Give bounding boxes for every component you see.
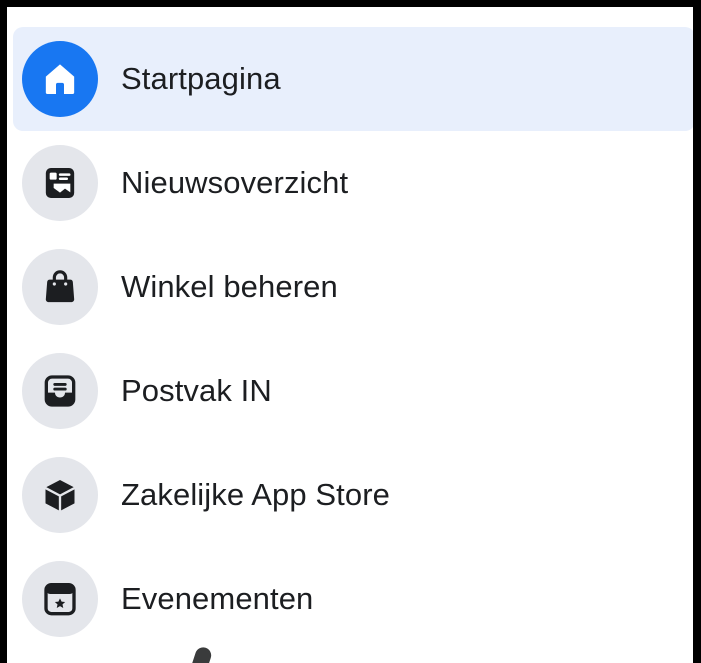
sidebar-item-startpagina[interactable]: Startpagina — [13, 27, 693, 131]
sidebar-item-winkel-beheren[interactable]: Winkel beheren — [13, 235, 693, 339]
sidebar-item-label: Zakelijke App Store — [121, 477, 390, 512]
sidebar-item-zakelijke-app-store[interactable]: Zakelijke App Store — [13, 443, 693, 547]
sidebar-item-label: Evenementen — [121, 581, 314, 616]
sidebar-item-label: Startpagina — [121, 61, 281, 96]
sidebar-panel: Startpagina Nieuwsoverzicht Winkel beher… — [0, 0, 701, 663]
sidebar-item-evenementen[interactable]: Evenementen — [13, 547, 693, 651]
home-icon — [22, 41, 98, 117]
shopping-bag-icon — [22, 249, 98, 325]
cube-icon — [22, 457, 98, 533]
sidebar-item-label: Postvak IN — [121, 373, 272, 408]
sidebar-nav: Startpagina Nieuwsoverzicht Winkel beher… — [13, 27, 693, 651]
sidebar-item-label: Winkel beheren — [121, 269, 338, 304]
sidebar-item-nieuwsoverzicht[interactable]: Nieuwsoverzicht — [13, 131, 693, 235]
news-feed-icon — [22, 145, 98, 221]
calendar-star-icon — [22, 561, 98, 637]
inbox-icon — [22, 353, 98, 429]
sidebar-item-postvak-in[interactable]: Postvak IN — [13, 339, 693, 443]
sidebar-item-label: Nieuwsoverzicht — [121, 165, 349, 200]
